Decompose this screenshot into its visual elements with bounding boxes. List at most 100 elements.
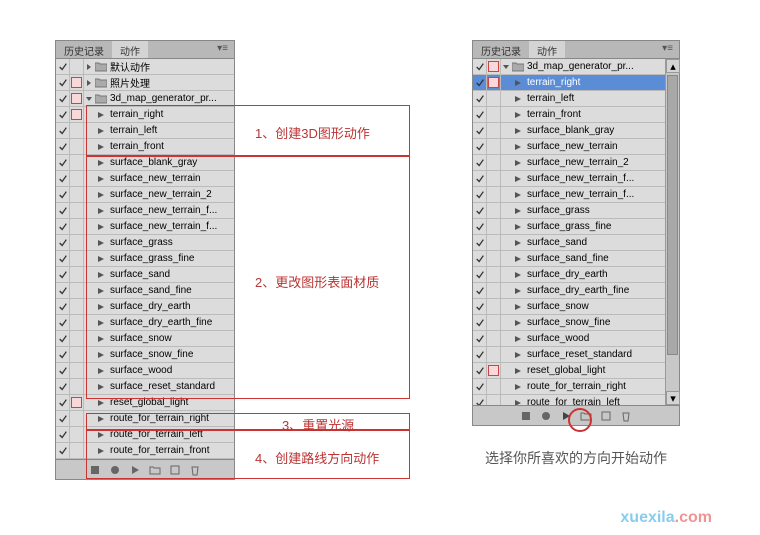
toggle-checkbox[interactable]	[473, 235, 487, 250]
toggle-checkbox[interactable]	[56, 347, 70, 362]
action-row[interactable]: surface_new_terrain	[56, 171, 234, 187]
dialog-toggle[interactable]	[70, 331, 84, 346]
toggle-checkbox[interactable]	[473, 123, 487, 138]
action-row[interactable]: surface_new_terrain_f...	[56, 203, 234, 219]
toggle-checkbox[interactable]	[473, 171, 487, 186]
action-row[interactable]: 3d_map_generator_pr...	[56, 91, 234, 107]
dialog-toggle[interactable]	[487, 203, 501, 218]
panel-menu-icon[interactable]: ▾≡	[211, 41, 234, 58]
toggle-checkbox[interactable]	[56, 107, 70, 122]
toggle-checkbox[interactable]	[56, 395, 70, 410]
expand-icon[interactable]	[84, 79, 94, 87]
dialog-toggle[interactable]	[487, 331, 501, 346]
new-action-icon[interactable]	[169, 464, 181, 476]
scrollbar[interactable]: ▴ ▾	[665, 59, 679, 405]
action-row[interactable]: terrain_right	[473, 75, 679, 91]
dialog-toggle[interactable]	[70, 267, 84, 282]
expand-icon[interactable]	[84, 95, 94, 103]
dialog-toggle[interactable]	[487, 299, 501, 314]
dialog-toggle[interactable]	[487, 315, 501, 330]
new-set-icon[interactable]	[580, 410, 592, 422]
action-row[interactable]: 3d_map_generator_pr...	[473, 59, 679, 75]
dialog-toggle[interactable]	[487, 251, 501, 266]
tab-history[interactable]: 历史记录	[473, 41, 529, 58]
dialog-toggle[interactable]	[487, 75, 501, 90]
action-row[interactable]: surface_snow_fine	[56, 347, 234, 363]
dialog-toggle[interactable]	[70, 251, 84, 266]
action-row[interactable]: terrain_right	[56, 107, 234, 123]
toggle-checkbox[interactable]	[56, 315, 70, 330]
action-row[interactable]: surface_dry_earth	[473, 267, 679, 283]
expand-icon[interactable]	[501, 63, 511, 71]
action-row[interactable]: surface_blank_gray	[56, 155, 234, 171]
toggle-checkbox[interactable]	[473, 75, 487, 90]
dialog-toggle[interactable]	[70, 219, 84, 234]
dialog-toggle[interactable]	[487, 139, 501, 154]
toggle-checkbox[interactable]	[473, 347, 487, 362]
action-row[interactable]: surface_snow	[56, 331, 234, 347]
toggle-checkbox[interactable]	[56, 75, 70, 90]
tab-actions[interactable]: 动作	[112, 41, 148, 58]
action-row[interactable]: surface_dry_earth_fine	[473, 283, 679, 299]
scroll-down-icon[interactable]: ▾	[666, 391, 680, 405]
dialog-toggle[interactable]	[70, 203, 84, 218]
dialog-toggle[interactable]	[70, 155, 84, 170]
dialog-toggle[interactable]	[487, 91, 501, 106]
toggle-checkbox[interactable]	[473, 251, 487, 266]
dialog-toggle[interactable]	[70, 187, 84, 202]
dialog-toggle[interactable]	[487, 123, 501, 138]
action-row[interactable]: surface_grass	[473, 203, 679, 219]
toggle-checkbox[interactable]	[473, 331, 487, 346]
action-row[interactable]: surface_new_terrain_f...	[473, 171, 679, 187]
action-row[interactable]: 默认动作	[56, 59, 234, 75]
dialog-toggle[interactable]	[70, 395, 84, 410]
dialog-toggle[interactable]	[70, 123, 84, 138]
toggle-checkbox[interactable]	[56, 235, 70, 250]
action-row[interactable]: reset_global_light	[56, 395, 234, 411]
toggle-checkbox[interactable]	[473, 155, 487, 170]
toggle-checkbox[interactable]	[473, 283, 487, 298]
tab-actions[interactable]: 动作	[529, 41, 565, 58]
stop-icon[interactable]	[520, 410, 532, 422]
toggle-checkbox[interactable]	[473, 363, 487, 378]
dialog-toggle[interactable]	[487, 379, 501, 394]
toggle-checkbox[interactable]	[56, 299, 70, 314]
expand-icon[interactable]	[84, 63, 94, 71]
play-icon[interactable]	[129, 464, 141, 476]
action-row[interactable]: 照片处理	[56, 75, 234, 91]
toggle-checkbox[interactable]	[473, 139, 487, 154]
action-row[interactable]: surface_sand_fine	[56, 283, 234, 299]
dialog-toggle[interactable]	[70, 235, 84, 250]
action-row[interactable]: route_for_terrain_left	[56, 427, 234, 443]
action-row[interactable]: surface_dry_earth_fine	[56, 315, 234, 331]
new-action-icon[interactable]	[600, 410, 612, 422]
dialog-toggle[interactable]	[70, 443, 84, 458]
action-row[interactable]: surface_snow_fine	[473, 315, 679, 331]
toggle-checkbox[interactable]	[56, 203, 70, 218]
toggle-checkbox[interactable]	[473, 315, 487, 330]
toggle-checkbox[interactable]	[473, 59, 487, 74]
toggle-checkbox[interactable]	[473, 187, 487, 202]
dialog-toggle[interactable]	[70, 91, 84, 106]
dialog-toggle[interactable]	[70, 75, 84, 90]
action-row[interactable]: surface_new_terrain_2	[473, 155, 679, 171]
toggle-checkbox[interactable]	[56, 219, 70, 234]
toggle-checkbox[interactable]	[56, 59, 70, 74]
action-row[interactable]: surface_snow	[473, 299, 679, 315]
toggle-checkbox[interactable]	[56, 363, 70, 378]
dialog-toggle[interactable]	[70, 315, 84, 330]
action-row[interactable]: terrain_front	[56, 139, 234, 155]
dialog-toggle[interactable]	[70, 299, 84, 314]
toggle-checkbox[interactable]	[473, 107, 487, 122]
dialog-toggle[interactable]	[487, 267, 501, 282]
toggle-checkbox[interactable]	[473, 267, 487, 282]
toggle-checkbox[interactable]	[473, 379, 487, 394]
toggle-checkbox[interactable]	[56, 443, 70, 458]
dialog-toggle[interactable]	[70, 411, 84, 426]
record-icon[interactable]	[109, 464, 121, 476]
toggle-checkbox[interactable]	[56, 331, 70, 346]
dialog-toggle[interactable]	[487, 171, 501, 186]
action-row[interactable]: route_for_terrain_right	[56, 411, 234, 427]
dialog-toggle[interactable]	[487, 347, 501, 362]
action-row[interactable]: route_for_terrain_right	[473, 379, 679, 395]
